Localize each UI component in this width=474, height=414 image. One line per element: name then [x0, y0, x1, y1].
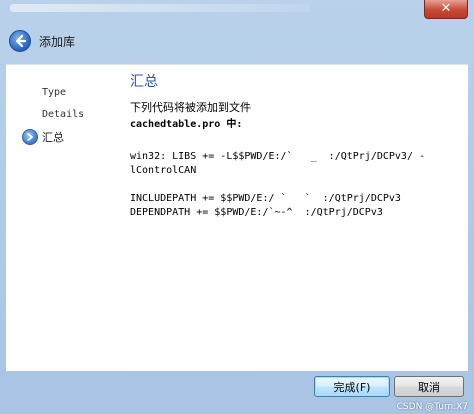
- code-line-includepath: INCLUDEPATH += $$PWD/E:/ ` ` :/QtPrj/DCP…: [130, 193, 401, 204]
- back-arrow-icon: [15, 34, 27, 48]
- code-line-dependpath: DEPENDPATH += $$PWD/E:/`~-^ :/QtPrj/DCPv…: [130, 207, 383, 218]
- blurred-window-title: [10, 4, 310, 12]
- sidebar-item-details: Details: [42, 109, 85, 120]
- target-file-line: cachedtable.pro 中:: [130, 119, 243, 130]
- wizard-title: 添加库: [39, 35, 76, 49]
- add-library-wizard-window: ✕ 添加库 Type Details 汇总 汇总 下列代码将被添加到文件 cac…: [0, 0, 474, 414]
- code-line-libs-cont: lControlCAN: [130, 165, 197, 176]
- finish-button[interactable]: 完成(F): [314, 376, 390, 397]
- close-button[interactable]: ✕: [424, 0, 468, 19]
- sidebar-item-summary: 汇总: [42, 131, 64, 144]
- cancel-button[interactable]: 取消: [394, 376, 464, 397]
- back-button[interactable]: [9, 30, 31, 52]
- title-bar[interactable]: ✕: [0, 0, 474, 24]
- intro-text: 下列代码将被添加到文件: [130, 101, 251, 114]
- wizard-header: 添加库: [0, 26, 474, 62]
- wizard-content: Type Details 汇总 汇总 下列代码将被添加到文件 cachedtab…: [6, 64, 468, 371]
- wizard-footer: 完成(F) 取消 CSDN @Turn.X7: [0, 370, 474, 414]
- section-title: 汇总: [130, 74, 158, 90]
- csdn-watermark: CSDN @Turn.X7: [396, 402, 468, 412]
- code-line-libs: win32: LIBS += -L$$PWD/E:/` _ :/QtPrj/DC…: [130, 151, 426, 162]
- sidebar-item-type: Type: [42, 87, 67, 98]
- current-step-arrow-icon: [22, 129, 38, 145]
